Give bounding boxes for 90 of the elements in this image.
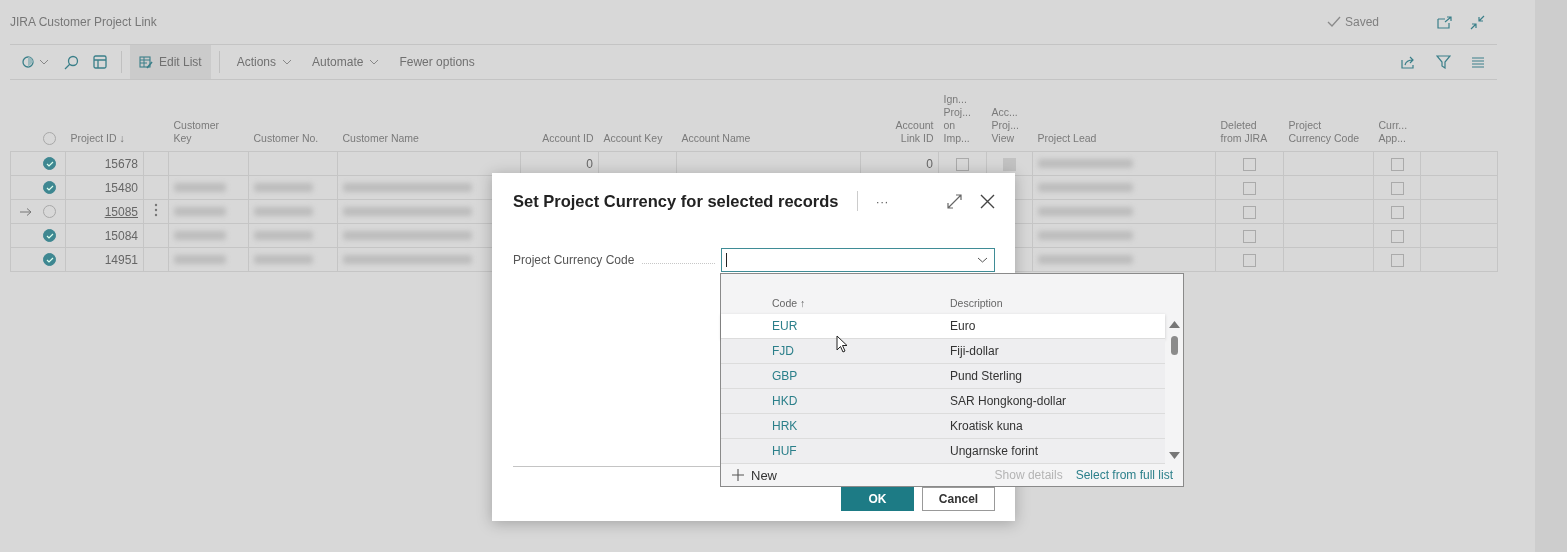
column-header[interactable]: Account Name xyxy=(681,132,751,145)
chevron-down-icon xyxy=(282,59,293,65)
column-header[interactable]: Project Lead xyxy=(1037,132,1097,145)
currency-description: Euro xyxy=(950,319,977,333)
checkbox[interactable] xyxy=(1390,205,1404,219)
checkbox[interactable] xyxy=(1243,253,1256,267)
row-select-checkbox[interactable] xyxy=(43,253,56,266)
search-icon[interactable] xyxy=(64,54,79,70)
collapse-icon[interactable] xyxy=(1470,14,1485,30)
currency-code-link[interactable]: FJD xyxy=(721,344,950,358)
open-new-window-icon[interactable] xyxy=(1437,15,1452,29)
new-button[interactable]: New xyxy=(732,467,777,483)
close-icon[interactable] xyxy=(980,193,995,209)
check-icon xyxy=(1326,16,1341,28)
more-options-icon[interactable] xyxy=(154,203,158,217)
checkbox[interactable] xyxy=(1243,205,1256,219)
scroll-up-icon[interactable] xyxy=(1168,320,1180,328)
currency-row[interactable]: EUR Euro xyxy=(721,314,1165,339)
field-label: Project Currency Code xyxy=(513,253,635,267)
more-button[interactable]: ··· xyxy=(871,193,893,209)
checkbox[interactable] xyxy=(1243,157,1256,171)
checkbox[interactable] xyxy=(1390,181,1404,195)
checkbox[interactable] xyxy=(1390,253,1404,267)
currency-description: Fiji-dollar xyxy=(950,344,1000,358)
currency-row[interactable]: HRK Kroatisk kuna xyxy=(721,414,1165,439)
edit-list-icon xyxy=(139,55,153,69)
checkbox[interactable] xyxy=(1243,181,1256,195)
toolbar-action-button[interactable]: Edit List xyxy=(130,45,211,79)
toolbar-action-button[interactable]: Automate xyxy=(303,45,389,79)
column-header[interactable]: Account ID xyxy=(542,132,594,145)
checkbox[interactable] xyxy=(1243,229,1256,243)
checkbox[interactable] xyxy=(1390,157,1404,171)
checkbox[interactable] xyxy=(1390,229,1404,243)
currency-description: SAR Hongkong-dollar xyxy=(950,394,1068,408)
currency-code-link[interactable]: HKD xyxy=(721,394,950,408)
scroll-down-icon[interactable] xyxy=(1168,452,1180,460)
currency-row[interactable]: HKD SAR Hongkong-dollar xyxy=(721,389,1165,414)
account-link-id-cell: 0 xyxy=(926,156,933,171)
list-view-icon[interactable] xyxy=(1471,56,1485,68)
currency-code-link[interactable]: HRK xyxy=(721,419,950,433)
column-header[interactable]: Description xyxy=(950,297,1183,309)
column-header[interactable]: Code ↑ xyxy=(721,297,950,309)
column-header[interactable]: Customer Key xyxy=(173,119,219,145)
currency-description: Kroatisk kuna xyxy=(950,419,1024,433)
panel-icon[interactable] xyxy=(93,55,107,69)
account-id-cell: 0 xyxy=(586,156,593,171)
saved-status: Saved xyxy=(1344,15,1379,29)
page-title: JIRA Customer Project Link xyxy=(10,15,157,29)
currency-code-link[interactable]: GBP xyxy=(721,369,950,383)
column-header[interactable]: Ign... Proj... on Imp... xyxy=(943,93,971,145)
currency-row[interactable]: GBP Pund Sterling xyxy=(721,364,1165,389)
checkmark-icon xyxy=(45,160,54,167)
currency-code-link[interactable]: EUR xyxy=(721,319,950,333)
expand-icon[interactable] xyxy=(947,193,962,209)
dialog-title: Set Project Currency for selected records xyxy=(513,191,839,211)
filter-icon[interactable] xyxy=(1436,55,1451,69)
toolbar-action-button[interactable]: Actions xyxy=(227,45,302,79)
ok-button[interactable]: OK xyxy=(841,487,914,511)
column-header[interactable]: Account Key xyxy=(603,132,663,145)
row-select-checkbox[interactable] xyxy=(43,229,56,242)
column-header[interactable]: Account Link ID xyxy=(895,119,934,145)
column-header[interactable]: Project Currency Code xyxy=(1288,119,1360,145)
currency-row[interactable]: HUF Ungarnske forint xyxy=(721,439,1165,464)
chevron-down-icon xyxy=(977,257,988,263)
currency-row[interactable]: FJD Fiji-dollar xyxy=(721,339,1165,364)
column-header[interactable]: Project ID ↓ xyxy=(70,132,125,145)
share-icon[interactable] xyxy=(1401,55,1416,69)
column-header[interactable]: Deleted from JIRA xyxy=(1220,119,1268,145)
currency-description: Pund Sterling xyxy=(950,369,1024,383)
cancel-button[interactable]: Cancel xyxy=(922,487,995,511)
checkmark-icon xyxy=(45,232,54,239)
checkmark-icon xyxy=(45,184,54,191)
mouse-pointer-icon xyxy=(836,335,848,353)
currency-code-link[interactable]: HUF xyxy=(721,444,950,458)
column-header[interactable]: Curr... App... xyxy=(1378,119,1408,145)
currency-description: Ungarnske forint xyxy=(950,444,1040,458)
row-select-checkbox[interactable] xyxy=(43,157,56,170)
checkmark-icon xyxy=(45,256,54,263)
footer-link[interactable]: Select from full list xyxy=(1075,468,1173,482)
column-header[interactable]: Acc... Proj... View xyxy=(991,106,1019,145)
scrollbar-thumb[interactable] xyxy=(1170,336,1178,355)
plus-icon xyxy=(732,469,744,481)
currency-code-input[interactable] xyxy=(721,248,995,272)
row-select-checkbox[interactable] xyxy=(43,181,56,194)
toolbar-action-button[interactable]: Fewer options xyxy=(390,45,484,79)
column-header[interactable]: Customer No. xyxy=(253,132,319,145)
checkbox[interactable] xyxy=(956,157,969,171)
column-header[interactable]: Customer Name xyxy=(342,132,419,145)
chevron-down-icon xyxy=(369,59,380,65)
copilot-menu-icon[interactable] xyxy=(22,55,50,69)
